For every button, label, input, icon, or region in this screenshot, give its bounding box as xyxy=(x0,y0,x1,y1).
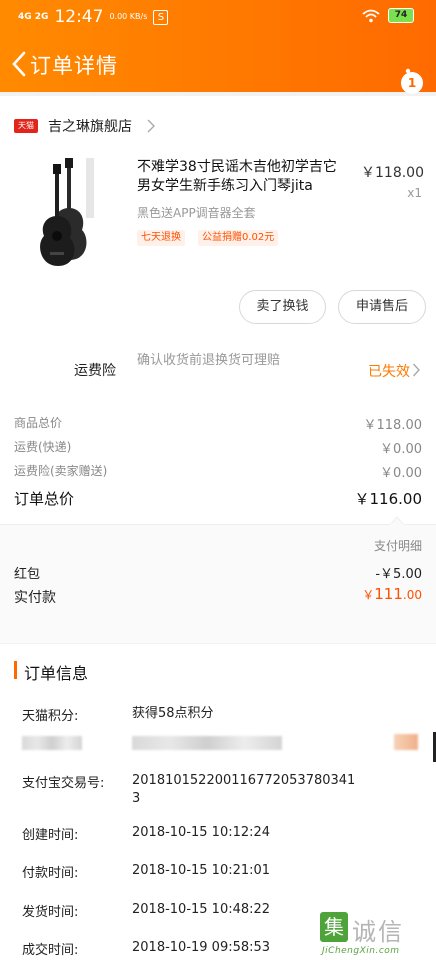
after-sale-button[interactable]: 申请售后 xyxy=(338,290,426,324)
info-value: 2018-10-15 10:12:24 xyxy=(132,825,271,840)
app-header: 4G 2G 12:47 0.00 KB/s S 74 订单详情 1 xyxy=(0,0,436,94)
tmall-badge: 天猫 xyxy=(14,119,38,133)
message-count-badge: 1 xyxy=(401,72,423,94)
info-label: 天猫积分: xyxy=(22,709,79,724)
clock: 12:47 xyxy=(54,7,104,27)
info-label: 成交时间: xyxy=(22,943,79,958)
wifi-icon xyxy=(362,9,380,22)
red-packet-value: -￥5.00 xyxy=(375,567,422,582)
info-value: 2018-10-15 10:21:01 xyxy=(132,863,271,878)
product-price: ￥118.00 xyxy=(361,165,424,181)
status-bar: 4G 2G 12:47 0.00 KB/s S 74 xyxy=(0,0,436,34)
shop-name[interactable]: 吉之琳旗舰店 xyxy=(48,116,132,136)
paid-amount-value: ￥111.00 xyxy=(362,585,422,603)
section-title: 订单信息 xyxy=(24,664,89,683)
fee-value: ￥118.00 xyxy=(363,418,423,433)
return-policy-tag: 七天退换 xyxy=(137,230,185,246)
paid-currency: ￥ xyxy=(362,588,375,602)
nav-bar: 订单详情 1 xyxy=(0,34,436,94)
fee-value: ￥0.00 xyxy=(380,466,422,481)
info-label: 发货时间: xyxy=(22,905,79,920)
info-label: 付款时间: xyxy=(22,866,79,881)
shipping-insurance-label: 运费险 xyxy=(74,363,116,379)
redacted-value xyxy=(132,736,282,750)
info-label: 创建时间: xyxy=(22,828,79,843)
order-total-label: 订单总价 xyxy=(14,490,75,508)
paid-amount-label: 实付款 xyxy=(14,590,56,606)
chevron-right-icon[interactable] xyxy=(412,362,421,378)
fee-row: 运费险(卖家赠送) ￥0.00 xyxy=(0,462,436,482)
redacted-icon xyxy=(394,734,418,750)
charity-tag: 公益捐赠0.02元 xyxy=(198,230,279,246)
chevron-right-icon[interactable] xyxy=(146,118,156,134)
product-sku: 黑色送APP调音器全套 xyxy=(137,206,256,220)
battery-icon: 74 xyxy=(388,8,414,23)
fee-row: 运费(快递) ￥0.00 xyxy=(0,438,436,458)
info-label: 支付宝交易号: xyxy=(22,776,105,791)
shipping-insurance-status[interactable]: 已失效 xyxy=(368,361,410,381)
payment-panel: 支付明细 红包 -￥5.00 实付款 ￥111.00 xyxy=(0,516,436,643)
redacted-label xyxy=(22,736,82,750)
notification-icon: S xyxy=(153,9,169,25)
info-value[interactable]: 2018101522001167720537803413 xyxy=(132,772,362,808)
payment-detail-link[interactable]: 支付明细 xyxy=(374,537,422,554)
watermark-text: 诚信 xyxy=(352,918,404,946)
order-total-row: 订单总价 ￥116.00 xyxy=(0,488,436,512)
redacted-row xyxy=(0,734,436,758)
fee-row: 商品总价 ￥118.00 xyxy=(0,414,436,434)
page-title: 订单详情 xyxy=(30,54,118,78)
info-value: 获得58点积分 xyxy=(132,706,214,721)
watermark-url: JiChengXin.com xyxy=(322,946,400,956)
order-card: 天猫 吉之琳旗舰店 不难学38寸民谣木吉他初学吉它男女学生新手练习入门琴jita… xyxy=(0,96,436,643)
fee-label: 商品总价 xyxy=(14,416,63,430)
back-arrow-icon[interactable] xyxy=(8,50,30,78)
product-quantity: x1 xyxy=(407,186,422,200)
paid-decimal: .00 xyxy=(402,588,422,602)
caret-up-icon xyxy=(390,516,404,525)
fee-label: 运费(快递) xyxy=(14,440,72,454)
red-packet-label: 红包 xyxy=(14,567,41,582)
network-indicator: 4G 2G xyxy=(18,11,49,22)
shipping-insurance-desc: 确认收货前退换货可理赔 xyxy=(137,353,281,368)
sell-button[interactable]: 卖了换钱 xyxy=(239,290,326,324)
fee-label: 运费险(卖家赠送) xyxy=(14,464,108,478)
paid-integer: 111 xyxy=(374,585,403,603)
watermark-glyph: 集 xyxy=(320,912,348,942)
product-image[interactable] xyxy=(28,156,108,268)
order-total-value: ￥116.00 xyxy=(354,490,423,508)
fee-value: ￥0.00 xyxy=(380,442,422,457)
section-accent-bar xyxy=(14,661,17,679)
network-speed: 0.00 KB/s xyxy=(109,12,148,21)
watermark-logo: 集 诚信 JiChengXin.com xyxy=(320,912,434,958)
product-title[interactable]: 不难学38寸民谣木吉他初学吉它男女学生新手练习入门琴jita xyxy=(137,158,349,196)
